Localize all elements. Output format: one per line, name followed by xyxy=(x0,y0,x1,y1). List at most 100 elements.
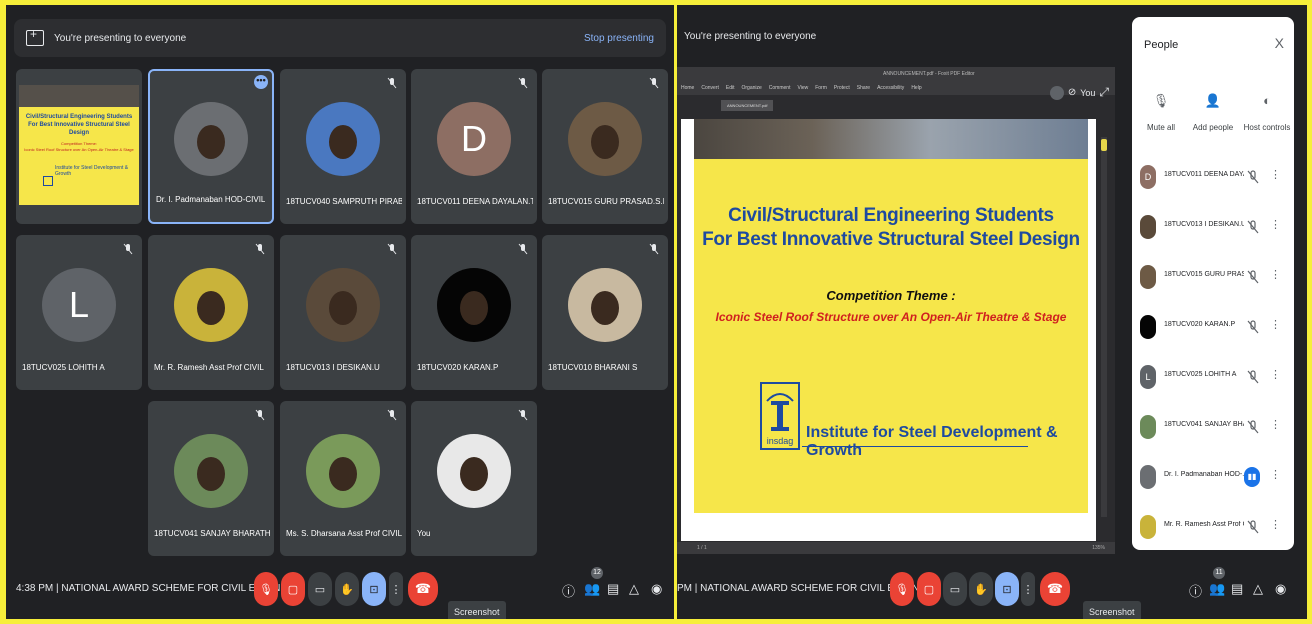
more-options-button[interactable]: ⋮ xyxy=(1021,572,1035,606)
menu-item[interactable]: View xyxy=(797,85,808,91)
menu-item[interactable]: Share xyxy=(857,85,870,91)
activities-icon[interactable]: △ xyxy=(629,581,639,597)
captions-button[interactable]: ▭ xyxy=(943,572,967,606)
participant-row[interactable]: Dr. I. Padmanaban HOD-... ▮▮ ⋮ xyxy=(1132,461,1294,493)
more-options-icon[interactable]: ⋮ xyxy=(1270,518,1281,531)
more-options-icon[interactable]: ⋮ xyxy=(1270,218,1281,231)
more-options-icon[interactable]: ⋮ xyxy=(1270,268,1281,281)
menu-item[interactable]: Organize xyxy=(741,85,761,91)
stop-presenting-button[interactable]: Stop presenting xyxy=(584,33,654,44)
participant-tile[interactable]: 18TUCV015 GURU PRASAD.S.M xyxy=(542,69,668,224)
presentation-tile[interactable]: Civil/Structural Engineering Students Fo… xyxy=(16,69,142,224)
participant-tile[interactable]: 18TUCV013 I DESIKAN.U xyxy=(280,235,406,390)
slide-header-photo xyxy=(694,119,1088,159)
activities-icon[interactable]: △ xyxy=(1253,581,1263,597)
participant-tile[interactable]: D 18TUCV011 DEENA DAYALAN.T xyxy=(411,69,537,224)
participant-tile[interactable]: Mr. R. Ramesh Asst Prof CIVIL xyxy=(148,235,274,390)
participant-tile[interactable]: L 18TUCV025 LOHITH A xyxy=(16,235,142,390)
mic-off-icon[interactable] xyxy=(1246,219,1260,235)
participant-row[interactable]: Mr. R. Ramesh Asst Prof C... ⋮ xyxy=(1132,511,1294,543)
mic-off-icon[interactable] xyxy=(1246,369,1260,385)
host-controls-icon[interactable]: ◉ xyxy=(1275,581,1286,597)
editor-tab[interactable]: ANNOUNCEMENT.pdf xyxy=(721,100,774,111)
mic-off-icon[interactable] xyxy=(1246,319,1260,335)
host-controls-action[interactable]: ◐ Host controls xyxy=(1240,93,1294,132)
participant-name: 18TUCV025 LOHITH A xyxy=(1164,371,1237,378)
more-options-icon[interactable]: ⋮ xyxy=(1270,418,1281,431)
camera-off-button[interactable]: ▢ xyxy=(281,572,305,606)
people-icon[interactable]: 👥 xyxy=(584,581,600,597)
menu-item[interactable]: Protect xyxy=(834,85,850,91)
participant-tile[interactable]: You xyxy=(411,401,537,556)
more-options-icon[interactable]: ⋮ xyxy=(1270,468,1281,481)
participant-tile[interactable]: 18TUCV041 SANJAY BHARATHI S. xyxy=(148,401,274,556)
menu-item[interactable]: Form xyxy=(815,85,827,91)
participant-row[interactable]: 18TUCV020 KARAN.P ⋮ xyxy=(1132,311,1294,343)
more-options-button[interactable]: ⋮ xyxy=(389,572,403,606)
host-controls-icon[interactable]: ◉ xyxy=(651,581,662,597)
menu-item[interactable]: Help xyxy=(911,85,921,91)
end-call-button[interactable]: ☎ xyxy=(1040,572,1070,606)
end-call-button[interactable]: ☎ xyxy=(408,572,438,606)
menu-item[interactable]: Home xyxy=(681,85,694,91)
add-person-action[interactable]: 👤 Add people xyxy=(1186,93,1240,132)
mic-off-button[interactable]: 🎙 xyxy=(254,572,278,606)
participant-name: Dr. I. Padmanaban HOD-CIVIL xyxy=(156,195,266,204)
participant-tile[interactable]: 18TUCV020 KARAN.P xyxy=(411,235,537,390)
raise-hand-button[interactable]: ✋ xyxy=(969,572,993,606)
camera-off-icon[interactable]: ⊘ xyxy=(1068,87,1076,98)
menu-item[interactable]: Comment xyxy=(769,85,791,91)
chat-icon[interactable]: ▤ xyxy=(607,581,619,597)
screenshot-tooltip: Screenshot xyxy=(1083,601,1141,619)
menu-item[interactable]: Convert xyxy=(701,85,719,91)
editor-status-bar: 1 / 1 135% xyxy=(677,542,1115,554)
pause-icon[interactable] xyxy=(1049,85,1064,100)
more-options-icon[interactable]: ⋮ xyxy=(1270,168,1281,181)
presenter-controls: ⊘ You ⤢ xyxy=(1049,85,1109,100)
info-icon[interactable]: ⓘ xyxy=(1189,581,1202,600)
mic-off-button[interactable]: 🎙 xyxy=(890,572,914,606)
info-icon[interactable]: ⓘ xyxy=(562,581,575,600)
zoom-level[interactable]: 135% xyxy=(1092,542,1105,554)
participant-row[interactable]: 18TUCV041 SANJAY BHA... ⋮ xyxy=(1132,411,1294,443)
avatar: L xyxy=(1140,365,1156,389)
participant-tile[interactable]: 18TUCV010 BHARANI S xyxy=(542,235,668,390)
participant-name: Mr. R. Ramesh Asst Prof C... xyxy=(1164,521,1244,528)
participant-row[interactable]: D 18TUCV011 DEENA DAYAL... ⋮ xyxy=(1132,161,1294,193)
people-icon[interactable]: 👥 xyxy=(1209,581,1225,597)
avatar xyxy=(437,267,511,342)
mic-off-icon[interactable] xyxy=(1246,269,1260,285)
present-now-button[interactable]: ⊡ xyxy=(362,572,386,606)
mic-off-icon[interactable] xyxy=(1246,519,1260,535)
mic-off-icon[interactable] xyxy=(1246,419,1260,435)
close-icon[interactable]: X xyxy=(1275,35,1284,51)
more-options-icon[interactable]: ⋮ xyxy=(1270,368,1281,381)
presenting-text: You're presenting to everyone xyxy=(54,32,187,44)
person-silhouette xyxy=(197,456,225,491)
menu-item[interactable]: Edit xyxy=(726,85,735,91)
participant-tile[interactable]: 18TUCV040 SAMPRUTH PIRABAKA... xyxy=(280,69,406,224)
raise-hand-button[interactable]: ✋ xyxy=(335,572,359,606)
menu-item[interactable]: Accessibility xyxy=(877,85,904,91)
more-options-icon[interactable]: ⋮ xyxy=(1270,318,1281,331)
participant-row[interactable]: L 18TUCV025 LOHITH A ⋮ xyxy=(1132,361,1294,393)
participant-row[interactable]: 18TUCV015 GURU PRASA... ⋮ xyxy=(1132,261,1294,293)
person-silhouette xyxy=(460,290,488,325)
participant-row[interactable]: 18TUCV013 I DESIKAN.U ⋮ xyxy=(1132,211,1294,243)
people-panel-title: People xyxy=(1144,39,1179,51)
avatar xyxy=(437,433,511,508)
more-options-icon[interactable]: ••• xyxy=(254,75,268,89)
page-indicator[interactable]: 1 / 1 xyxy=(697,545,707,551)
camera-off-button[interactable]: ▢ xyxy=(917,572,941,606)
mic-off-action[interactable]: 🎙 Mute all xyxy=(1134,93,1188,132)
expand-icon[interactable]: ⤢ xyxy=(1099,85,1109,100)
participant-tile[interactable]: Ms. S. Dharsana Asst Prof CIVIL xyxy=(280,401,406,556)
note-icon[interactable] xyxy=(1101,139,1107,151)
mic-off-icon[interactable] xyxy=(1246,169,1260,185)
present-now-button[interactable]: ⊡ xyxy=(995,572,1019,606)
captions-button[interactable]: ▭ xyxy=(308,572,332,606)
slide-title-line2: For Best Innovative Structural Steel Des… xyxy=(702,229,1080,250)
person-silhouette xyxy=(329,290,357,325)
participant-tile[interactable]: ••• Dr. I. Padmanaban HOD-CIVIL xyxy=(148,69,274,224)
chat-icon[interactable]: ▤ xyxy=(1231,581,1243,597)
